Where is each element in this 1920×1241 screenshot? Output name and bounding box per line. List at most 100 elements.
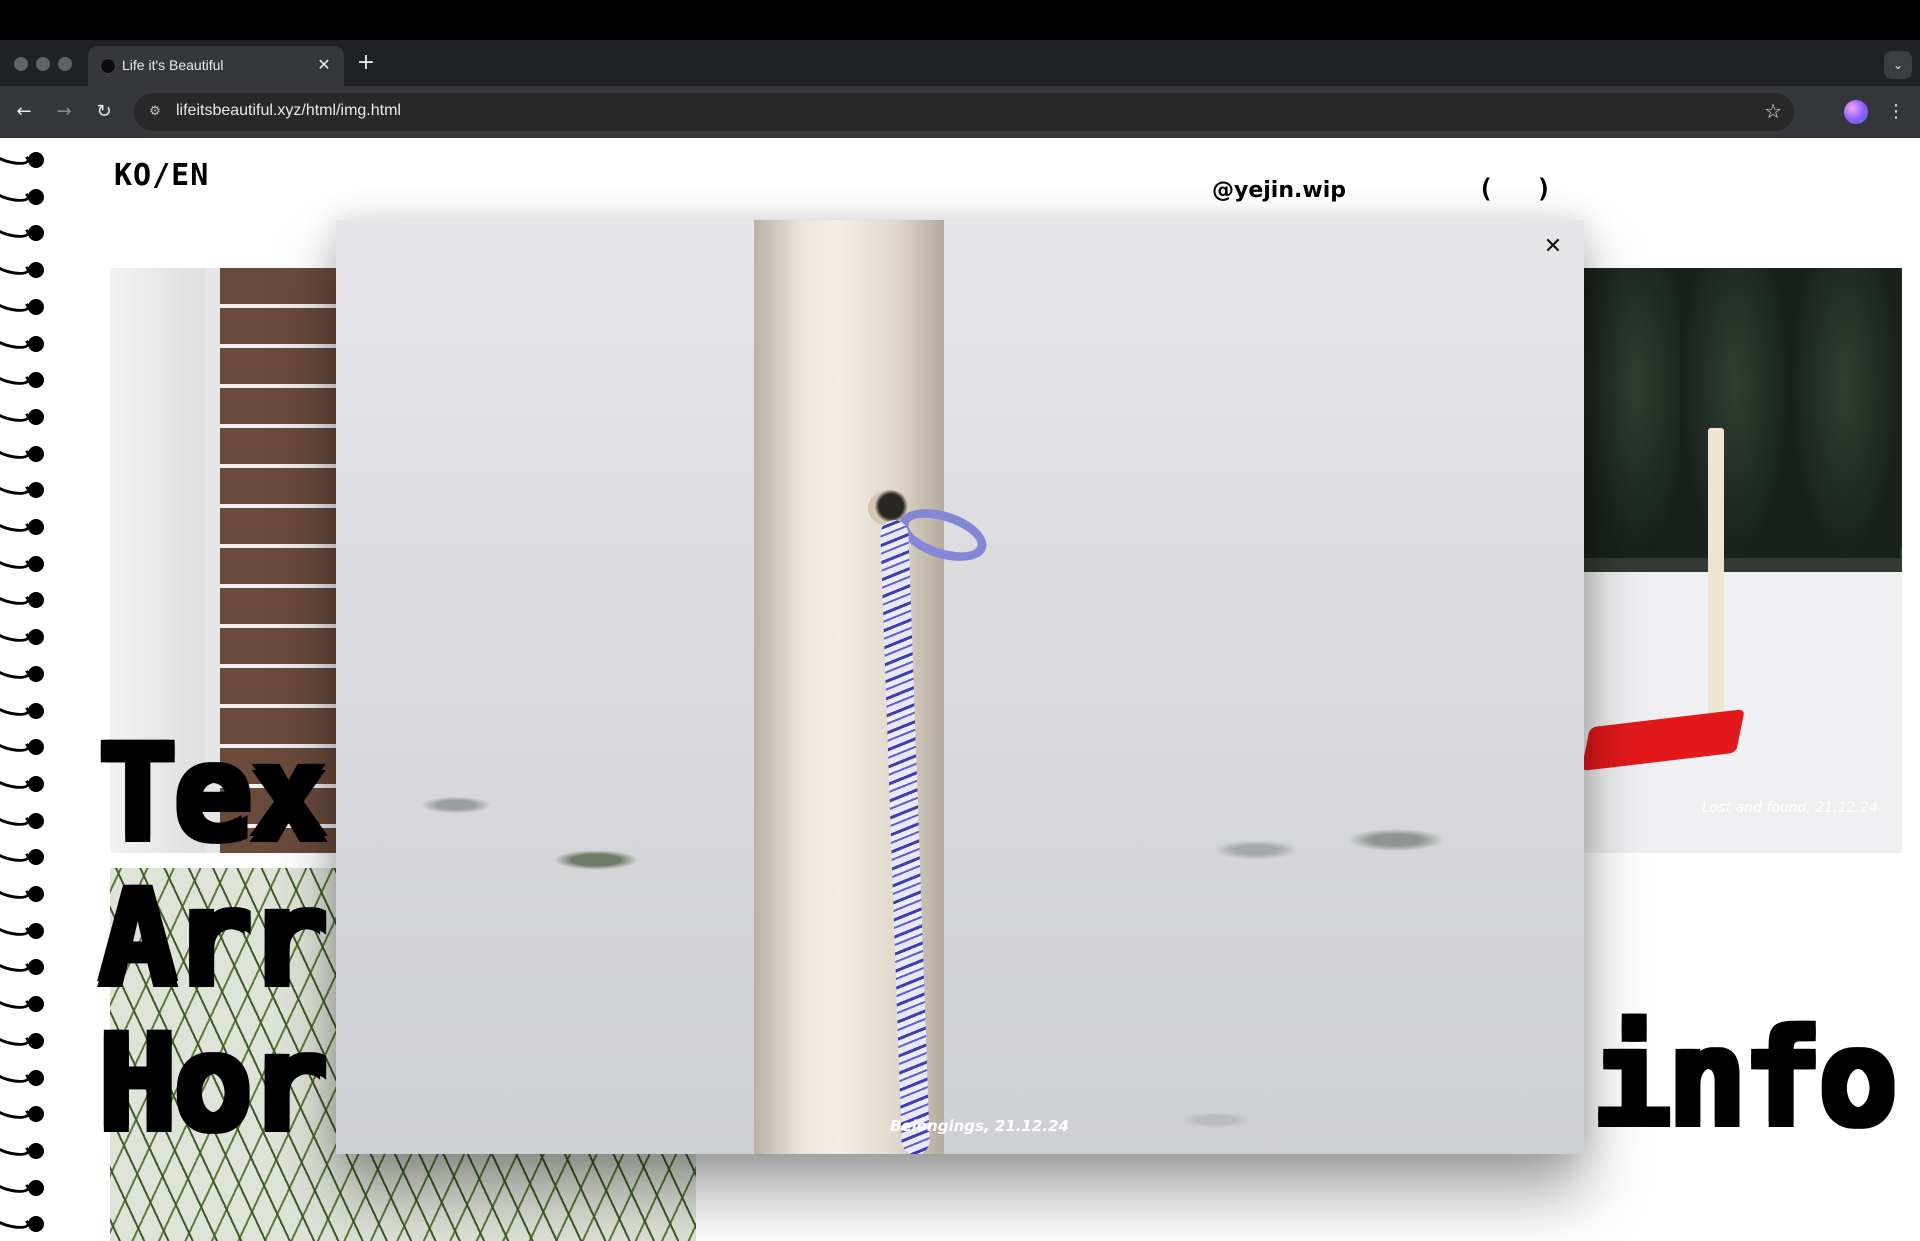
spiral-wire: [0, 403, 32, 425]
window-zoom-dot[interactable]: [58, 57, 72, 71]
spiral-wire: [0, 660, 32, 682]
spiral-hole: [28, 519, 44, 535]
spiral-ring: [0, 586, 48, 610]
spiral-hole: [28, 482, 44, 499]
spiral-wire: [0, 440, 32, 462]
nav-word-3[interactable]: Hor: [98, 1018, 328, 1150]
spiral-ring: [0, 660, 48, 684]
spiral-ring: [0, 256, 48, 280]
tree-shape: [1680, 268, 1790, 558]
menu-bracket-open[interactable]: (: [1478, 174, 1494, 204]
red-sled: [1581, 709, 1745, 771]
spiral-hole: [28, 996, 44, 1013]
white-post: [1708, 428, 1724, 728]
spiral-wire: [0, 1137, 32, 1159]
notebook-spiral-binding: [0, 146, 60, 1241]
spiral-ring: [0, 219, 48, 243]
spiral-hole: [28, 1069, 44, 1086]
instagram-handle-link[interactable]: @yejin.wip: [1212, 178, 1346, 203]
menu-bracket-close[interactable]: ): [1536, 174, 1552, 204]
spiral-hole: [28, 335, 44, 352]
screen-top-bar: [0, 0, 1920, 40]
url-text[interactable]: lifeitsbeautiful.xyz/html/img.html: [176, 102, 401, 120]
new-tab-button[interactable]: +: [354, 50, 378, 75]
spiral-hole: [28, 812, 44, 829]
spiral-ring: [0, 990, 48, 1014]
window-minimize-dot[interactable]: [36, 57, 50, 71]
spiral-wire: [0, 586, 32, 608]
spiral-wire: [0, 623, 32, 645]
spiral-ring: [0, 953, 48, 977]
spiral-wire: [0, 770, 32, 792]
spiral-ring: [0, 550, 48, 574]
spiral-hole: [28, 849, 44, 866]
spiral-wire: [0, 329, 32, 352]
language-switch[interactable]: KO/EN: [114, 158, 209, 193]
tree-shape: [1790, 268, 1900, 558]
spiral-hole: [28, 959, 44, 976]
bookmark-star-icon[interactable]: ☆: [1764, 99, 1782, 123]
spiral-ring: [0, 183, 48, 207]
spiral-wire: [0, 917, 32, 939]
tab-close-icon[interactable]: ✕: [314, 55, 334, 74]
spiral-ring: [0, 146, 48, 170]
spiral-ring: [0, 366, 48, 390]
spiral-ring: [0, 843, 48, 867]
forward-button[interactable]: →: [50, 98, 78, 126]
profile-avatar[interactable]: [1844, 100, 1868, 124]
spiral-wire: [0, 1210, 32, 1232]
spiral-wire: [0, 953, 32, 975]
tab-title: Life it's Beautiful: [122, 57, 224, 73]
reload-button[interactable]: ↻: [90, 98, 118, 126]
spiral-wire: [0, 1063, 32, 1086]
spiral-ring: [0, 1063, 48, 1088]
spiral-hole: [28, 445, 44, 462]
spiral-hole: [28, 1032, 44, 1049]
spiral-hole: [28, 1179, 44, 1196]
lightbox-caption: Belongings, 21.12.24: [890, 1117, 1069, 1135]
spiral-ring: [0, 623, 48, 647]
spiral-wire: [0, 696, 32, 719]
spiral-ring: [0, 293, 48, 317]
spiral-hole: [28, 408, 44, 425]
spiral-wire: [0, 990, 32, 1012]
spiral-wire: [0, 1100, 32, 1122]
spiral-hole: [28, 665, 44, 682]
spiral-hole: [28, 372, 44, 389]
browser-tab-active[interactable]: Life it's Beautiful ✕: [88, 46, 344, 86]
site-info-icon[interactable]: ⚙: [144, 101, 166, 123]
photo-tile-sled[interactable]: Lost and found, 21.12.24: [1580, 268, 1902, 853]
spiral-ring: [0, 733, 48, 757]
spiral-hole: [28, 1216, 44, 1233]
spiral-hole: [28, 702, 44, 719]
spiral-wire: [0, 366, 32, 388]
spiral-hole: [28, 262, 44, 279]
spiral-hole: [28, 152, 44, 168]
spiral-hole: [28, 225, 44, 242]
spiral-wire: [0, 843, 32, 865]
nav-word-1[interactable]: Tex: [98, 728, 328, 860]
nav-word-info[interactable]: info: [1592, 1013, 1898, 1145]
browser-menu-icon[interactable]: ⋮: [1884, 98, 1908, 126]
nav-word-2[interactable]: Arr: [98, 873, 328, 1005]
spiral-ring: [0, 440, 48, 464]
spiral-wire: [0, 219, 32, 241]
close-icon[interactable]: ✕: [1540, 234, 1566, 260]
back-button[interactable]: ←: [10, 98, 38, 126]
window-close-dot[interactable]: [14, 57, 28, 71]
spiral-hole: [28, 1142, 44, 1159]
tab-favicon-icon: [100, 58, 116, 74]
sled-photo-caption: Lost and found, 21.12.24: [1702, 800, 1878, 816]
spiral-wire: [0, 183, 32, 205]
address-bar[interactable]: ⚙ lifeitsbeautiful.xyz/html/img.html ☆: [134, 93, 1794, 131]
spiral-wire: [0, 733, 32, 755]
spiral-wire: [0, 550, 32, 572]
spiral-wire: [0, 880, 32, 902]
spiral-hole: [28, 555, 44, 572]
lightbox-photo-snow: [336, 220, 1584, 1154]
tab-search-button[interactable]: ⌄: [1884, 51, 1912, 79]
spiral-hole: [28, 188, 44, 205]
spiral-hole: [28, 922, 44, 939]
spiral-hole: [28, 739, 44, 756]
spiral-wire: [0, 513, 32, 535]
